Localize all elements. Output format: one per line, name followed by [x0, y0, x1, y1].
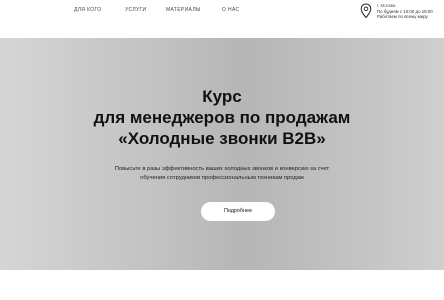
nav-link-materials[interactable]: МАТЕРИАЛЫ [166, 7, 201, 13]
details-button[interactable]: Подробнее [201, 202, 275, 221]
hero-subtitle-line-1: Повысьте в разы эффективность ваших холо… [114, 166, 330, 172]
location-pin-icon [360, 3, 372, 19]
hero-subtitle-line-2: обучения сотрудников профессиональным те… [140, 175, 304, 181]
contact-note: Работаем по всему миру [377, 14, 428, 20]
landing-page: ДЛЯ КОГО УСЛУГИ МАТЕРИАЛЫ О НАС г. Москв… [0, 0, 444, 300]
nav-link-for-whom[interactable]: ДЛЯ КОГО [74, 7, 102, 13]
site-header: ДЛЯ КОГО УСЛУГИ МАТЕРИАЛЫ О НАС г. Москв… [0, 0, 444, 38]
contact-info: г. Москва По будням с 10:00 до 18:00 Раб… [360, 3, 444, 25]
contact-text: г. Москва По будням с 10:00 до 18:00 Раб… [377, 3, 433, 20]
hero-section: Курс для менеджеров по продажам «Холодны… [0, 38, 444, 270]
nav-link-services[interactable]: УСЛУГИ [125, 7, 146, 13]
hero-title-line-1: Курс [202, 87, 242, 106]
hero-title-line-2: для менеджеров по продажам [93, 108, 351, 127]
nav-link-about[interactable]: О НАС [222, 7, 239, 13]
page-bottom-area [0, 270, 444, 300]
hero-title-line-3: «Холодные звонки B2B» [118, 129, 326, 148]
